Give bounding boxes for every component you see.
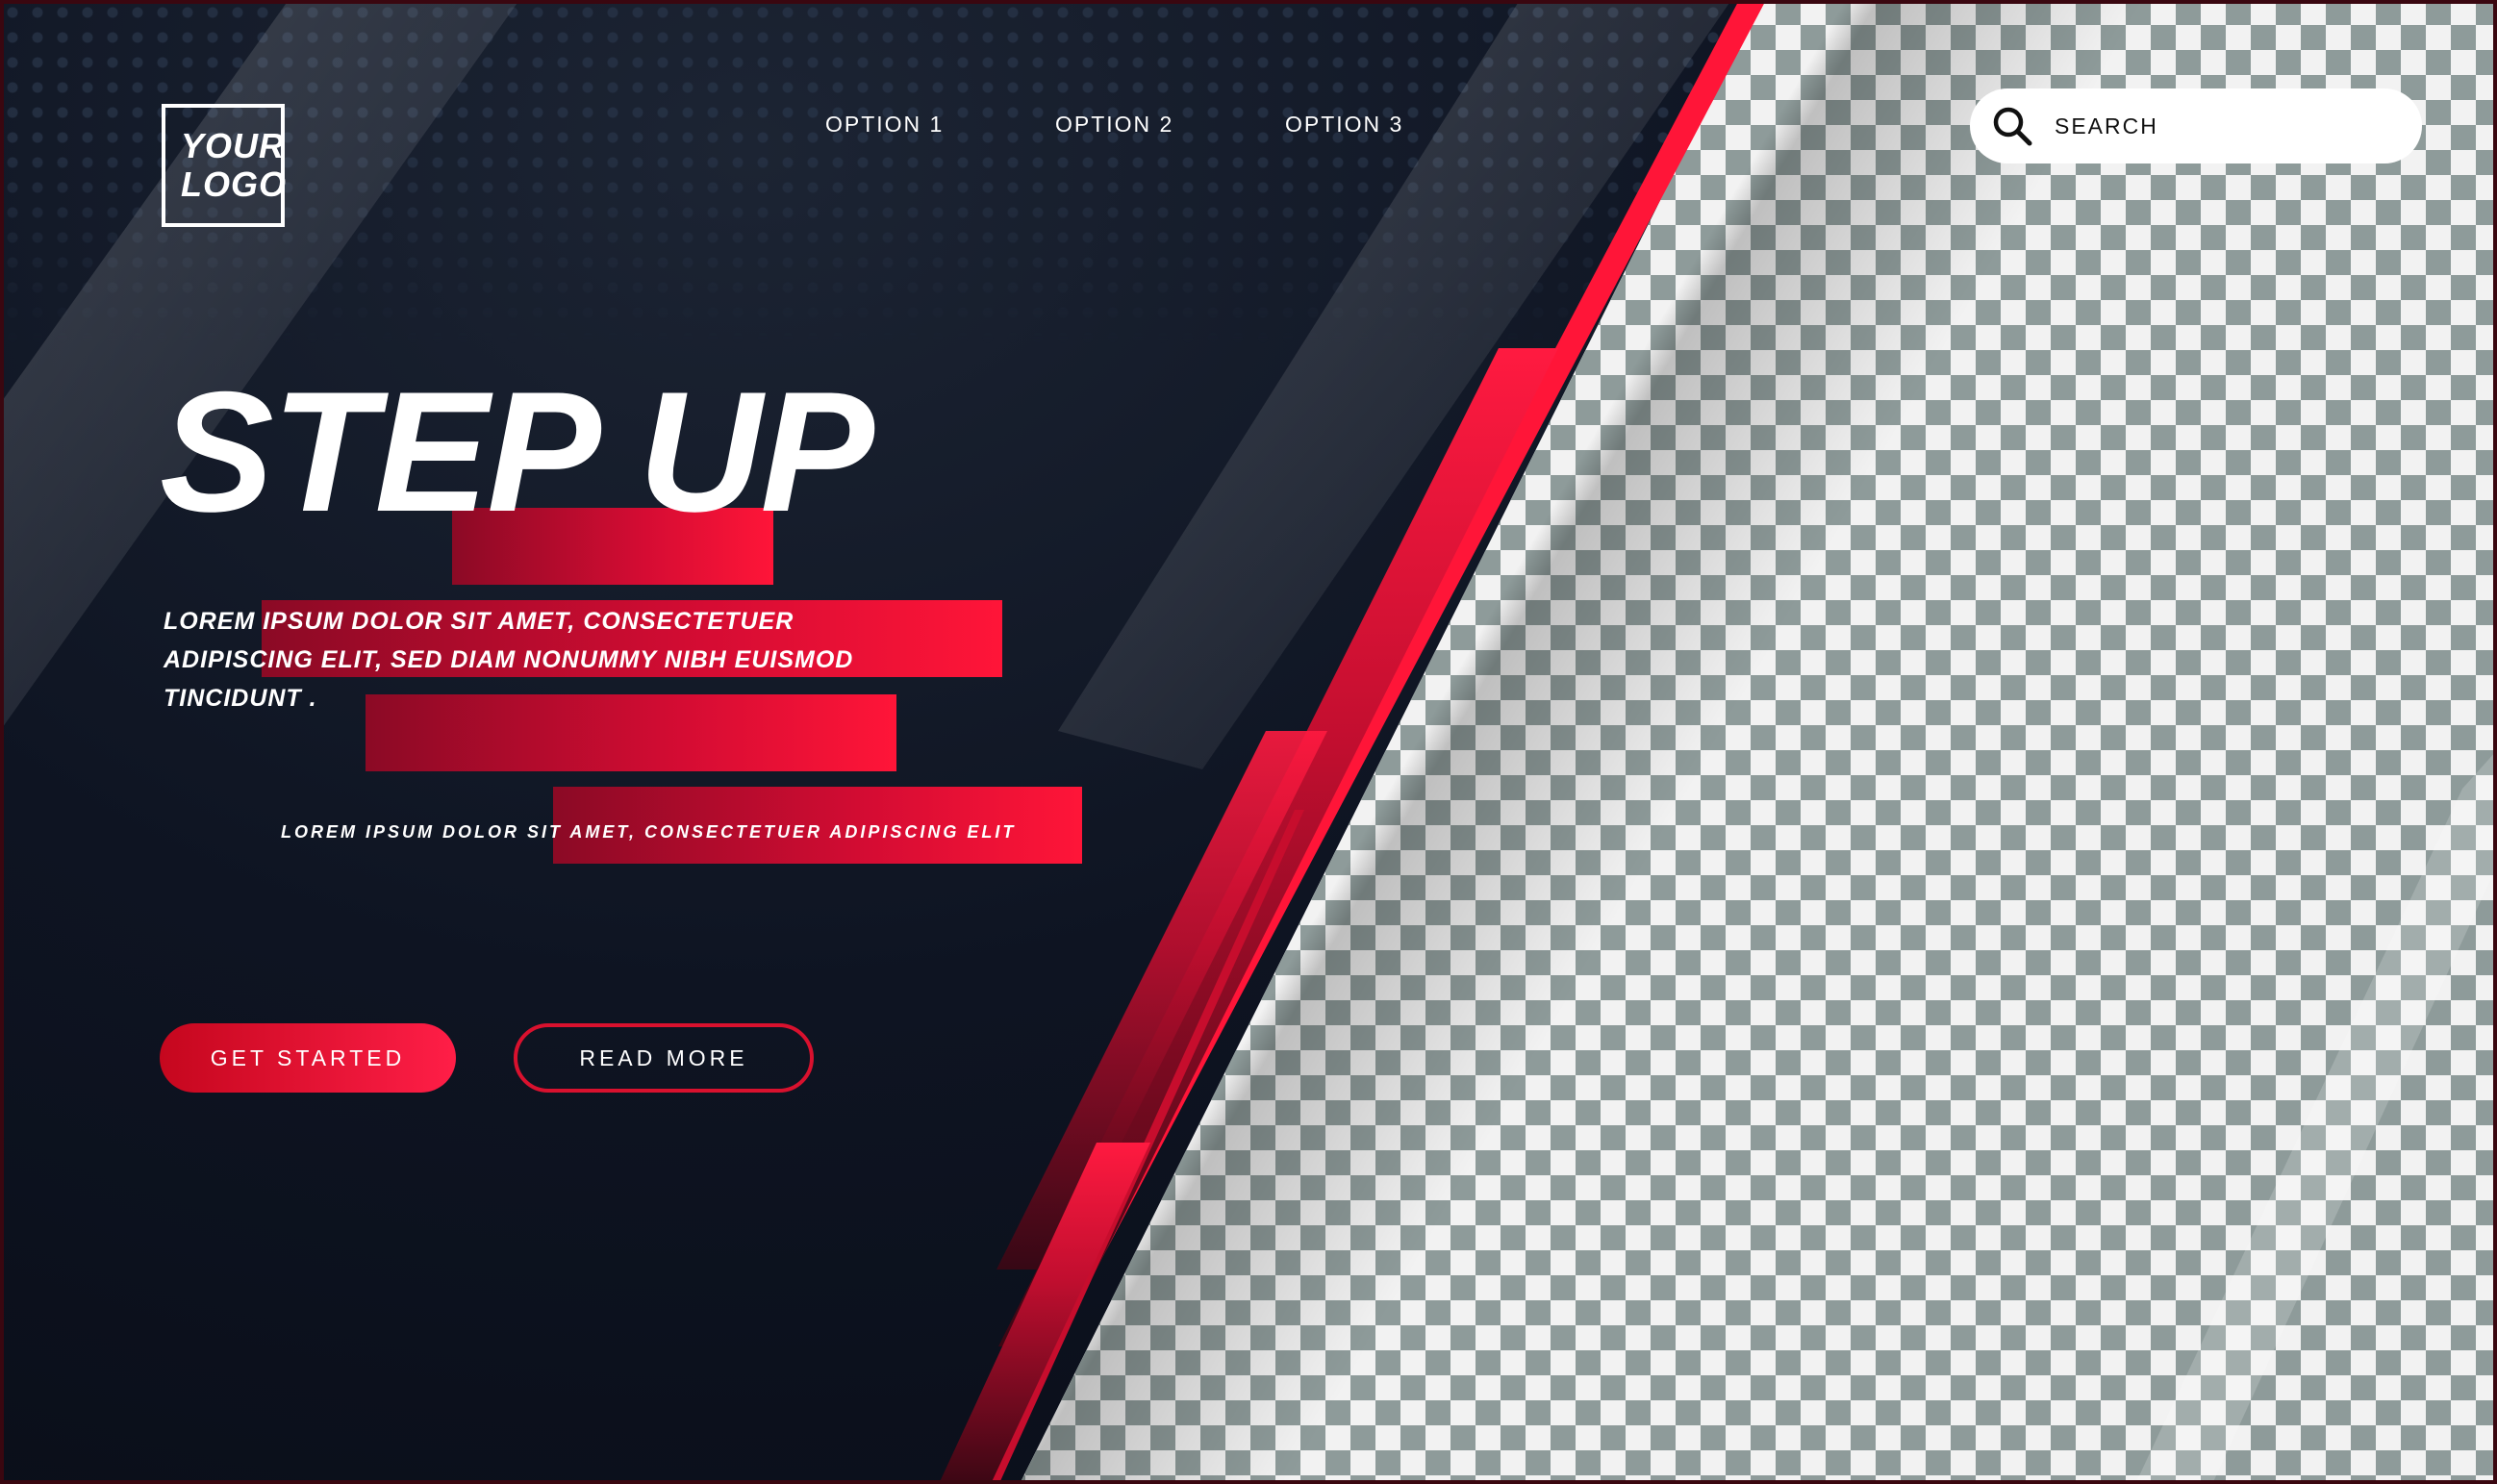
landing-page: YOUR LOGO OPTION 1 OPTION 2 OPTION 3 STE… <box>0 0 2497 1484</box>
hero-tagline: LOREM IPSUM DOLOR SIT AMET, CONSECTETUER… <box>281 822 1017 842</box>
nav-option-1[interactable]: OPTION 1 <box>825 112 944 138</box>
glass-highlight <box>2135 750 2497 1484</box>
read-more-button[interactable]: READ MORE <box>514 1023 814 1093</box>
search-bar[interactable] <box>1970 88 2422 163</box>
hero-headline: STEP UP <box>160 356 874 547</box>
nav-option-2[interactable]: OPTION 2 <box>1055 112 1173 138</box>
search-icon[interactable] <box>1989 103 2035 149</box>
nav-option-3[interactable]: OPTION 3 <box>1285 112 1403 138</box>
hero-description: LOREM IPSUM DOLOR SIT AMET, CONSECTETUER… <box>164 608 854 712</box>
get-started-button[interactable]: GET STARTED <box>160 1023 456 1093</box>
logo-line-1: YOUR <box>181 126 286 165</box>
logo[interactable]: YOUR LOGO <box>162 104 287 227</box>
logo-line-2: LOGO <box>181 164 287 204</box>
search-input[interactable] <box>2053 112 2374 140</box>
